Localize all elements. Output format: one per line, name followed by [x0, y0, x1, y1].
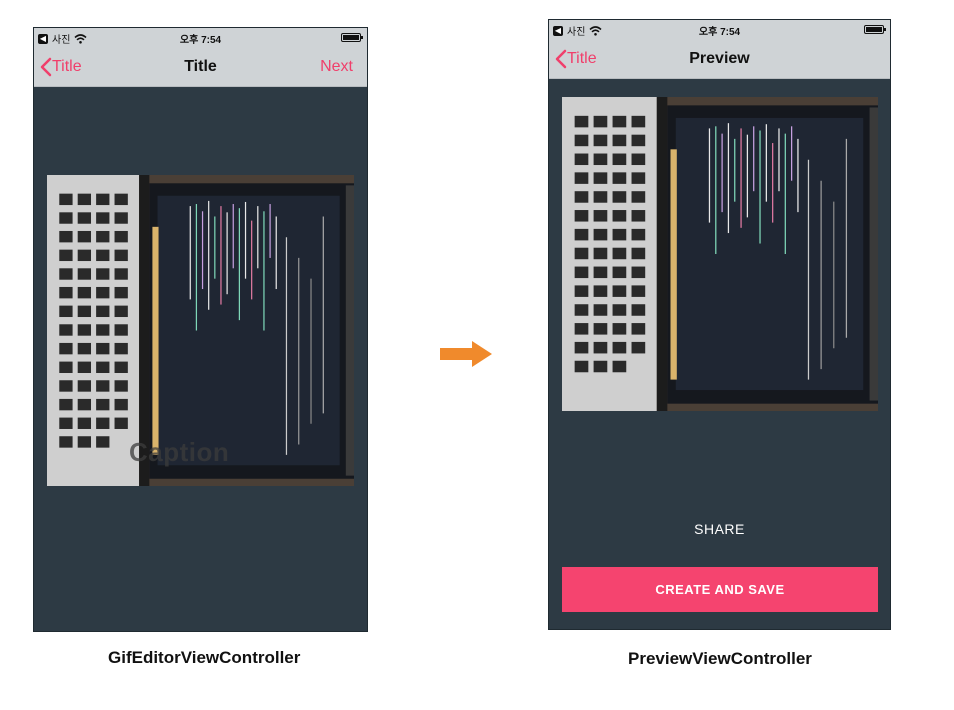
arrow-right-icon	[440, 341, 492, 367]
battery-icon	[341, 33, 363, 42]
nav-title: Title	[184, 58, 217, 75]
battery-icon	[864, 25, 886, 34]
caption-text-field[interactable]: Caption	[129, 437, 229, 468]
gif-editor-screen: ◀ 사진 오후 7:54 Title Title Next Caption	[33, 27, 368, 632]
create-and-save-button[interactable]: CREATE AND SAVE	[562, 567, 878, 612]
next-button[interactable]: Next	[320, 58, 353, 76]
gif-editor-label: GifEditorViewController	[108, 648, 301, 667]
status-bar: ◀ 사진 오후 7:54	[549, 20, 890, 40]
gif-image: Caption	[47, 175, 354, 486]
status-time: 오후 7:54	[698, 27, 741, 38]
gif-preview-image	[562, 97, 878, 411]
nav-title: Preview	[689, 50, 750, 67]
navigation-bar: Title Preview	[549, 40, 890, 79]
preview-label: PreviewViewController	[628, 649, 812, 668]
preview-screen: ◀ 사진 오후 7:54 Title Preview SHARE CREATE …	[548, 19, 891, 630]
gif-preview-graphic	[562, 97, 878, 411]
navigation-bar: Title Title Next	[34, 48, 367, 87]
status-time: 오후 7:54	[179, 35, 222, 46]
status-bar: ◀ 사진 오후 7:54	[34, 28, 367, 48]
share-button[interactable]: SHARE	[549, 521, 890, 537]
